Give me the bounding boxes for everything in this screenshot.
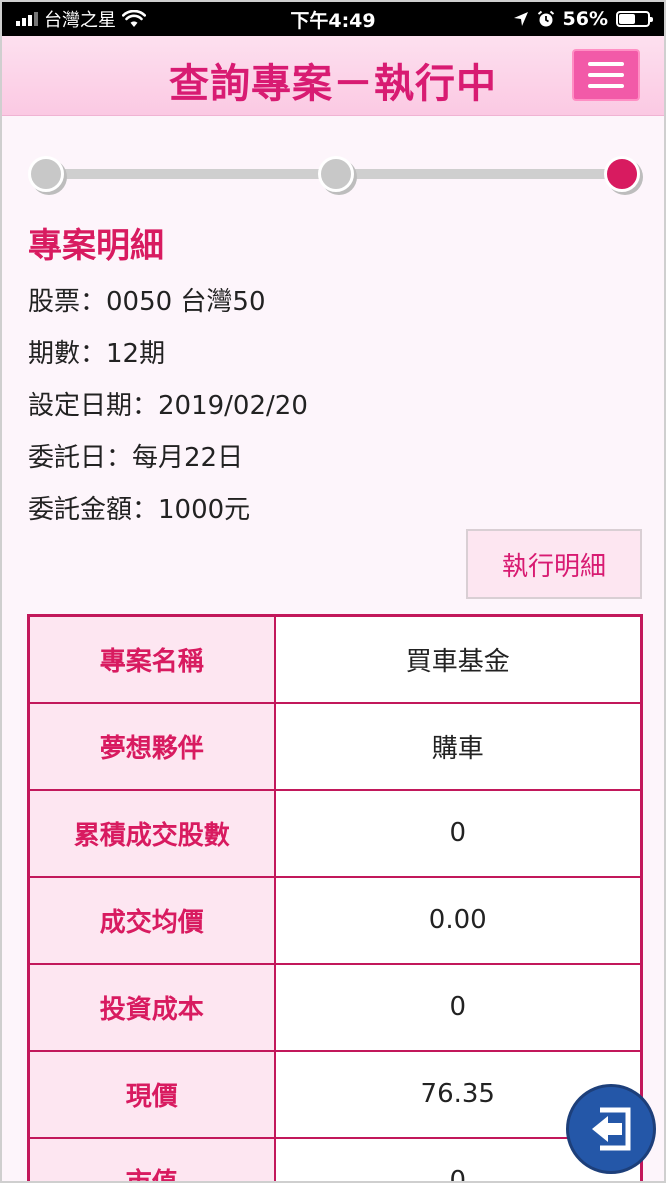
row-label: 夢想夥伴 (27, 701, 276, 791)
table-row: 投資成本 0 (27, 962, 643, 1052)
detail-list: 股票：0050 台灣50 期數：12期 設定日期：2019/02/20 委託日：… (28, 284, 308, 544)
execution-detail-button[interactable]: 執行明細 (466, 529, 642, 599)
alarm-clock-icon (537, 10, 554, 27)
row-label: 累積成交股數 (27, 788, 276, 878)
row-value: 買車基金 (273, 614, 643, 704)
step-2-dot (318, 156, 354, 192)
table-row: 累積成交股數 0 (27, 788, 643, 878)
location-arrow-icon (513, 12, 528, 26)
battery-icon (616, 11, 653, 27)
row-value: 0.00 (273, 875, 643, 965)
app-header: 查詢專案－執行中 (2, 36, 664, 116)
app-screen: 台灣之星 下午4:49 56% 查詢專案－執行中 專案明細 股票：0050 台灣… (0, 0, 666, 1183)
table-row: 專案名稱 買車基金 (27, 614, 643, 704)
detail-order-amount: 委託金額：1000元 (28, 495, 251, 525)
row-label: 成交均價 (27, 875, 276, 965)
row-label: 投資成本 (27, 962, 276, 1052)
hamburger-icon (588, 62, 624, 88)
table-row: 現價 76.35 (27, 1049, 643, 1139)
carrier-name: 台灣之星 (44, 10, 116, 31)
page-title: 查詢專案－執行中 (169, 61, 497, 107)
exit-arrow-icon (592, 1107, 631, 1151)
battery-percent: 56% (562, 8, 608, 30)
section-title: 專案明細 (28, 226, 164, 266)
row-label: 專案名稱 (27, 614, 276, 704)
exit-button[interactable] (566, 1084, 656, 1174)
detail-periods: 期數：12期 (28, 339, 166, 369)
step-3-dot-active (604, 156, 640, 192)
detail-stock: 股票：0050 台灣50 (28, 287, 266, 317)
signal-icon (16, 12, 38, 26)
step-1-dot (28, 156, 64, 192)
row-label: 現價 (27, 1049, 276, 1139)
row-value: 購車 (273, 701, 643, 791)
detail-setup-date: 設定日期：2019/02/20 (28, 391, 308, 421)
row-label: 市值 (27, 1136, 276, 1181)
row-value: 0 (273, 962, 643, 1052)
menu-button[interactable] (572, 49, 640, 101)
table-row: 成交均價 0.00 (27, 875, 643, 965)
table-row: 夢想夥伴 購車 (27, 701, 643, 791)
project-info-table: 專案名稱 買車基金 夢想夥伴 購車 累積成交股數 0 成交均價 0.00 投資成… (27, 614, 643, 1181)
progress-stepper (28, 154, 642, 200)
row-value: 0 (273, 788, 643, 878)
detail-order-day: 委託日：每月22日 (28, 443, 244, 473)
table-row: 市值 0 (27, 1136, 643, 1181)
wifi-icon (122, 10, 146, 27)
status-bar: 台灣之星 下午4:49 56% (2, 2, 664, 36)
